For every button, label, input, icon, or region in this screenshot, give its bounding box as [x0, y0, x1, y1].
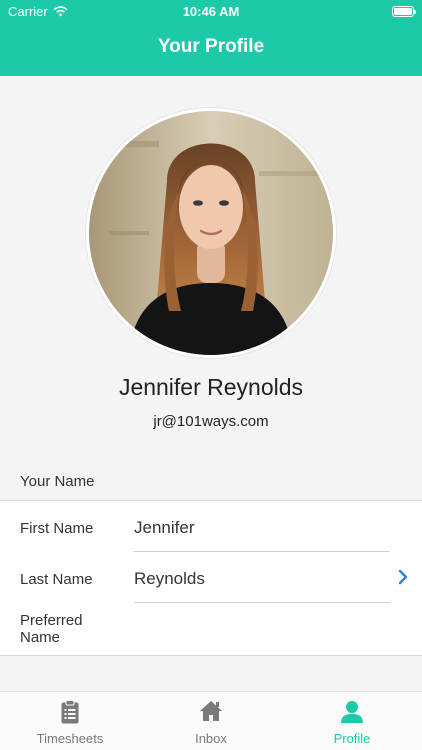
home-icon	[200, 701, 222, 721]
first-name-label: First Name	[20, 520, 94, 537]
divider	[134, 602, 390, 603]
profile-name: Jennifer Reynolds	[118, 374, 304, 400]
preferred-name-field[interactable]	[134, 619, 390, 641]
tab-inbox[interactable]: Inbox	[141, 692, 281, 750]
section-header: Your Name	[20, 473, 95, 490]
last-name-field[interactable]: Reynolds	[134, 569, 205, 589]
tab-label-profile: Profile	[333, 731, 371, 746]
tab-timesheets[interactable]: Timesheets	[0, 692, 140, 750]
clipboard-icon	[61, 700, 79, 724]
tab-profile[interactable]: Profile	[282, 692, 422, 750]
navigation-header: Carrier 10:46 AM Your Profile	[0, 0, 422, 76]
clock: 10:46 AM	[182, 4, 240, 19]
page-title: Your Profile	[157, 36, 265, 57]
preferred-name-label-line2: Name	[20, 629, 61, 646]
avatar-photo	[89, 111, 333, 355]
name-form: First Name Jennifer Last Name Reynolds P…	[0, 500, 422, 656]
first-name-field[interactable]: Jennifer	[134, 518, 194, 538]
tab-bar: Timesheets Inbox Profile	[0, 691, 422, 750]
profile-screen: Carrier 10:46 AM Your Profile Jennifer R…	[0, 0, 422, 750]
tab-label-inbox: Inbox	[195, 731, 227, 746]
avatar[interactable]	[86, 108, 336, 358]
battery-icon	[392, 6, 416, 17]
person-icon	[341, 701, 363, 723]
profile-email: jr@101ways.com	[153, 413, 269, 430]
last-name-label: Last Name	[20, 571, 93, 588]
tab-label-timesheets: Timesheets	[36, 731, 104, 746]
preferred-name-label: Preferred Name	[20, 612, 83, 646]
divider	[134, 551, 390, 552]
preferred-name-label-line1: Preferred	[20, 612, 83, 629]
status-bar: Carrier 10:46 AM	[0, 3, 422, 21]
chevron-right-icon[interactable]	[396, 569, 410, 585]
